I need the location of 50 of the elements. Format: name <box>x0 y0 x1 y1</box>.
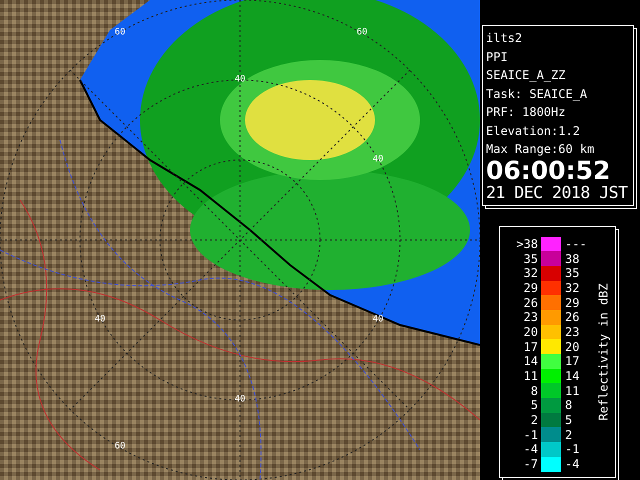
scan-time: 06:00:52 <box>486 158 612 182</box>
legend-value: 20 <box>522 324 538 339</box>
legend-value: 11 <box>565 384 580 398</box>
legend-value: 8 <box>530 384 538 398</box>
legend-value: 32 <box>565 280 580 295</box>
info-text: Elevation:1.2 <box>486 122 581 140</box>
range-ring-label: 40 <box>234 396 246 404</box>
info-text: PRF: 1800Hz <box>486 104 566 121</box>
legend-value: 5 <box>530 398 538 412</box>
legend-value: 17 <box>522 340 538 354</box>
legend-value: 11 <box>522 369 538 384</box>
legend-value: 26 <box>565 310 580 324</box>
legend-value: 2 <box>530 413 538 428</box>
range-ring-label: 40 <box>94 316 106 324</box>
legend-value: >38 <box>515 236 538 251</box>
legend-value: 8 <box>565 398 574 412</box>
legend-value: -4 <box>522 442 538 456</box>
info-text: Task: SEAICE_A <box>486 86 588 103</box>
legend-value: 32 <box>522 266 538 280</box>
legend-value: 29 <box>522 280 538 295</box>
legend-value: 14 <box>522 354 538 368</box>
info-text: ilts2 <box>486 30 524 47</box>
legend-value: 23 <box>522 310 538 324</box>
info-text: SEAICE_A_ZZ <box>486 67 566 84</box>
legend-value: 14 <box>565 369 580 384</box>
legend-value: 35 <box>565 266 580 280</box>
legend-title: Reflectivity in dBZ <box>597 282 611 420</box>
legend-value: 26 <box>522 296 538 310</box>
range-ring-label: 60 <box>356 28 368 38</box>
legend-value: -4 <box>565 457 580 472</box>
range-ring-label: 60 <box>114 442 126 452</box>
info-text: PPI <box>486 48 509 66</box>
range-ring-label: 40 <box>372 316 384 324</box>
info-text: Max Range:60 km <box>486 141 596 158</box>
range-ring-label: 40 <box>234 76 246 84</box>
legend-value: 5 <box>565 413 574 428</box>
range-ring-label: 40 <box>372 156 384 164</box>
legend-value: 20 <box>565 340 580 354</box>
legend-value: 2 <box>565 428 574 442</box>
legend-value: 35 <box>522 252 538 266</box>
legend-value: -1 <box>565 442 580 456</box>
scan-date: 21 DEC 2018 JST <box>486 182 629 202</box>
range-ring-label: 60 <box>114 28 126 38</box>
legend-value: -1 <box>522 428 538 442</box>
legend-value: 38 <box>565 252 580 266</box>
legend-value: 17 <box>565 354 580 368</box>
legend-value: 23 <box>565 324 580 339</box>
legend-value: -7 <box>522 457 538 472</box>
legend-value: --- <box>565 236 588 251</box>
legend-value: 29 <box>565 296 580 310</box>
